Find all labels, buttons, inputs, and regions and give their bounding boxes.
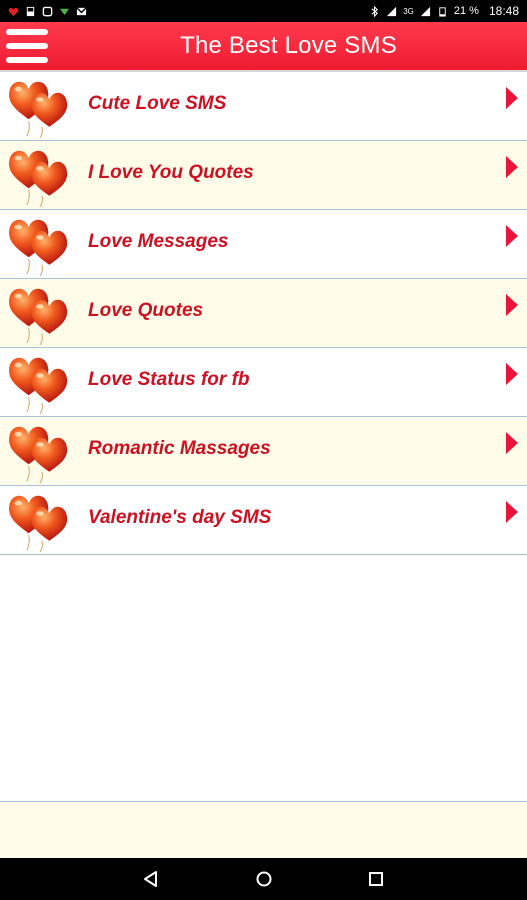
heart-balloons-icon bbox=[8, 357, 68, 414]
list-item-romantic-massages[interactable]: Romantic Massages bbox=[0, 417, 527, 486]
status-bar-notifications bbox=[8, 6, 87, 17]
battery-icon bbox=[439, 6, 446, 17]
list-item-valentines-day-sms[interactable]: Valentine's day SMS bbox=[0, 486, 527, 555]
screenshot-icon bbox=[42, 6, 53, 16]
footer-banner-area bbox=[0, 802, 527, 858]
recents-square-icon[interactable] bbox=[366, 869, 386, 889]
chevron-right-icon bbox=[506, 501, 518, 523]
sd-card-icon bbox=[26, 6, 35, 16]
list-item-love-quotes[interactable]: Love Quotes bbox=[0, 279, 527, 348]
home-circle-icon[interactable] bbox=[254, 869, 274, 889]
battery-percent: 21 % bbox=[453, 5, 479, 17]
app-title: The Best Love SMS bbox=[180, 32, 397, 59]
list-item-label: Romantic Massages bbox=[88, 438, 271, 459]
status-bar-system: 3G 21 % 18:48 bbox=[369, 4, 519, 18]
list-item-label: Cute Love SMS bbox=[88, 93, 227, 114]
chevron-right-icon bbox=[506, 156, 518, 178]
list-item-label: Love Status for fb bbox=[88, 369, 250, 390]
status-bar: 3G 21 % 18:48 bbox=[0, 0, 527, 22]
chevron-right-icon bbox=[506, 294, 518, 316]
chevron-right-icon bbox=[506, 363, 518, 385]
sms-category-list: Cute Love SMS I Love You Quotes Love Mes… bbox=[0, 72, 527, 802]
signal-strength-icon bbox=[387, 6, 397, 16]
list-item-label: Love Messages bbox=[88, 231, 229, 252]
gmail-icon bbox=[76, 6, 87, 15]
list-item-label: I Love You Quotes bbox=[88, 162, 254, 183]
heart-balloons-icon bbox=[8, 81, 68, 138]
list-item-label: Love Quotes bbox=[88, 300, 204, 321]
back-triangle-icon[interactable] bbox=[141, 869, 161, 889]
chevron-right-icon bbox=[506, 432, 518, 454]
hamburger-menu-icon[interactable] bbox=[6, 29, 48, 63]
status-time: 18:48 bbox=[488, 4, 519, 18]
app-notification-icon bbox=[8, 7, 19, 16]
signal-strength-icon-2 bbox=[420, 6, 430, 16]
chevron-right-icon bbox=[506, 225, 518, 247]
heart-balloons-icon bbox=[8, 426, 68, 483]
system-nav-bar bbox=[0, 858, 527, 900]
list-item-love-status-for-fb[interactable]: Love Status for fb bbox=[0, 348, 527, 417]
list-item-i-love-you-quotes[interactable]: I Love You Quotes bbox=[0, 141, 527, 210]
list-item-cute-love-sms[interactable]: Cute Love SMS bbox=[0, 72, 527, 141]
list-item-love-messages[interactable]: Love Messages bbox=[0, 210, 527, 279]
heart-balloons-icon bbox=[8, 495, 68, 552]
bluetooth-icon bbox=[371, 5, 379, 17]
network-type: 3G bbox=[403, 6, 414, 16]
app-bar: The Best Love SMS bbox=[0, 22, 527, 72]
wifi-download-icon bbox=[59, 8, 70, 15]
chevron-right-icon bbox=[506, 87, 518, 109]
list-item-label: Valentine's day SMS bbox=[88, 507, 272, 528]
heart-balloons-icon bbox=[8, 150, 68, 207]
heart-balloons-icon bbox=[8, 288, 68, 345]
heart-balloons-icon bbox=[8, 219, 68, 276]
